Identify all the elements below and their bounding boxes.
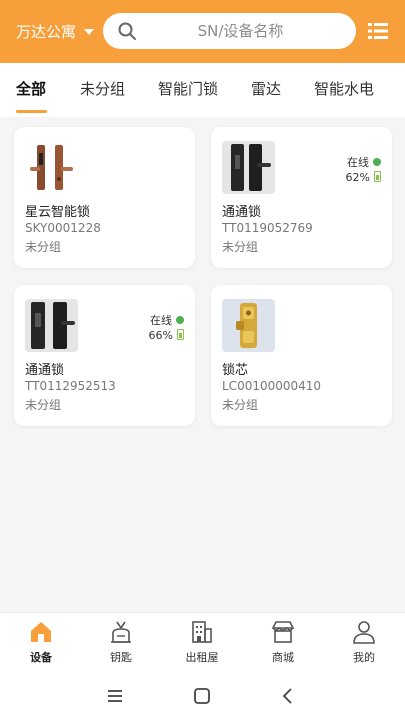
location-label: 万达公寓	[16, 23, 77, 41]
device-name: 星云智能锁	[25, 205, 91, 220]
tabbar-label: 商城	[272, 651, 294, 664]
device-card[interactable]: 在线 66% 通通锁 TT0112952513 未分组	[14, 285, 195, 426]
device-name: 通通锁	[222, 205, 262, 220]
tabbar-keys[interactable]: 钥匙	[91, 619, 151, 665]
caret-down-icon	[84, 28, 95, 35]
key-icon	[111, 621, 131, 643]
tab-ungrouped[interactable]: 未分组	[80, 78, 125, 99]
device-group: 未分组	[222, 398, 259, 412]
category-tabs: 全部 未分组 智能门锁 雷达 智能水电	[0, 63, 405, 117]
user-icon	[353, 621, 375, 644]
battery-level: 66%	[148, 329, 173, 342]
list-menu-icon[interactable]	[367, 20, 389, 42]
back-icon[interactable]	[277, 685, 299, 707]
tab-radar[interactable]: 雷达	[251, 78, 281, 99]
active-tab-indicator	[16, 110, 47, 113]
tab-smart-lock[interactable]: 智能门锁	[158, 78, 218, 99]
device-group: 未分组	[25, 240, 62, 254]
device-group: 未分组	[222, 240, 259, 254]
tabbar-label: 我的	[353, 651, 375, 664]
online-dot-icon	[176, 316, 184, 324]
battery-level: 62%	[345, 171, 370, 184]
recent-apps-icon[interactable]	[104, 685, 126, 707]
tabbar-label: 设备	[30, 651, 52, 664]
device-card[interactable]: 星云智能锁 SKY0001228 未分组	[14, 127, 195, 268]
home-button-icon[interactable]	[191, 685, 213, 707]
tabbar-shop[interactable]: 商城	[253, 619, 313, 665]
tab-smart-utility[interactable]: 智能水电	[314, 78, 374, 99]
search-input[interactable]: SN/设备名称	[103, 13, 356, 49]
bottom-tab-bar: 设备 钥匙 出租屋 商城 我的	[0, 612, 405, 672]
brass-lock-cylinder-image	[222, 299, 275, 352]
tabbar-label: 钥匙	[110, 651, 132, 664]
device-name: 通通锁	[25, 363, 65, 378]
device-sn: LC00100000410	[222, 379, 322, 393]
online-dot-icon	[373, 158, 381, 166]
device-card[interactable]: 在线 62% 通通锁 TT0119052769 未分组	[211, 127, 392, 268]
device-name: 锁芯	[222, 363, 249, 378]
home-icon	[31, 622, 51, 642]
shop-icon	[271, 621, 295, 643]
tabbar-devices[interactable]: 设备	[11, 619, 71, 665]
black-door-lock-image	[25, 299, 78, 352]
black-door-lock-image	[222, 141, 275, 194]
device-card[interactable]: 锁芯 LC00100000410 未分组	[211, 285, 392, 426]
device-group: 未分组	[25, 398, 62, 412]
tabbar-rentals[interactable]: 出租屋	[172, 619, 232, 665]
tab-all[interactable]: 全部	[16, 78, 46, 99]
battery-icon	[177, 329, 184, 340]
battery-icon	[374, 171, 381, 182]
device-status: 在线 66%	[149, 313, 184, 343]
tabbar-label: 出租屋	[185, 651, 219, 664]
top-header: 万达公寓 SN/设备名称	[0, 0, 405, 63]
copper-door-lock-image	[30, 145, 73, 190]
tabbar-profile[interactable]: 我的	[334, 619, 394, 665]
device-sn: SKY0001228	[25, 221, 101, 235]
online-status-text: 在线	[150, 314, 172, 327]
search-placeholder: SN/设备名称	[197, 22, 284, 40]
building-icon	[192, 621, 212, 643]
device-sn: TT0112952513	[25, 379, 116, 393]
online-status-text: 在线	[347, 156, 369, 169]
device-status: 在线 62%	[346, 155, 381, 185]
location-selector[interactable]: 万达公寓	[16, 21, 95, 42]
system-navigation-bar	[0, 672, 405, 720]
device-sn: TT0119052769	[222, 221, 313, 235]
